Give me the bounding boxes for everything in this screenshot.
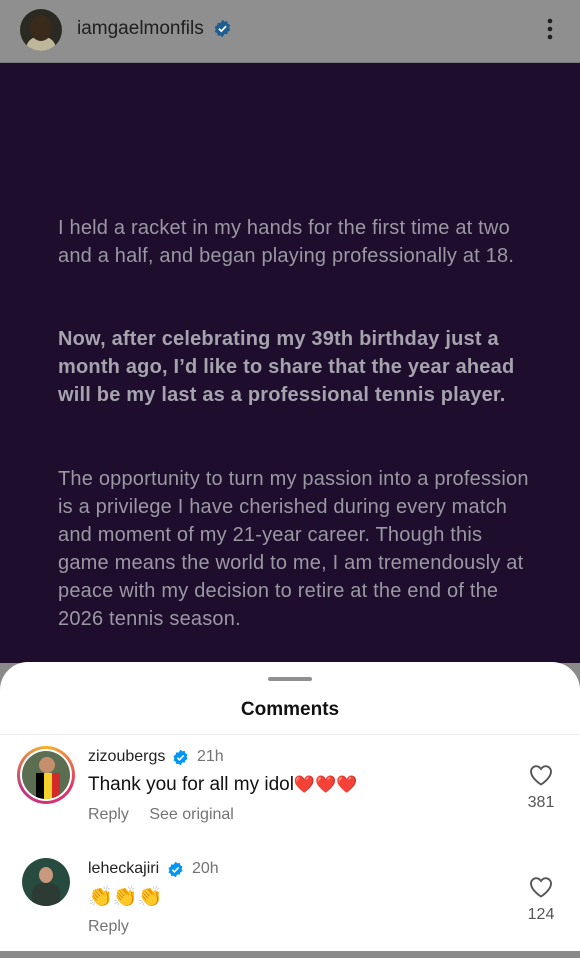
post-paragraph-1: I held a racket in my hands for the firs… xyxy=(58,217,515,267)
comment-username[interactable]: zizoubergs xyxy=(88,748,165,766)
like-count: 124 xyxy=(527,906,555,923)
avatar-head-shape xyxy=(39,757,55,773)
sheet-drag-handle[interactable] xyxy=(268,677,312,681)
verified-badge-icon xyxy=(214,19,231,38)
post-image: I held a racket in my hands for the firs… xyxy=(0,63,580,663)
commenter-avatar[interactable] xyxy=(17,746,75,804)
comment-actions: Reply See original xyxy=(88,806,250,824)
comment-item: zizoubergs 21h Thank you for all my idol… xyxy=(0,746,580,846)
avatar-head-shape xyxy=(39,867,53,883)
verified-badge-icon xyxy=(173,749,188,766)
commenter-avatar[interactable] xyxy=(22,858,70,906)
flag-stripe-red xyxy=(52,773,60,799)
avatar-face-shape xyxy=(30,15,52,41)
comment-text-body: Thank you for all my idol xyxy=(88,774,294,795)
divider xyxy=(0,734,580,735)
reply-button[interactable]: Reply xyxy=(88,806,129,823)
post-paragraph-2: Now, after celebrating my 39th birthday … xyxy=(58,328,515,406)
avatar-image xyxy=(22,751,70,799)
heart-icon[interactable] xyxy=(529,764,553,786)
reply-button[interactable]: Reply xyxy=(88,918,129,935)
clap-emojis: 👏👏👏 xyxy=(88,886,163,908)
comments-sheet: Comments zizoubergs 21h Thank you for al… xyxy=(0,662,580,951)
comment-time: 21h xyxy=(197,748,224,765)
heart-emojis: ❤️❤️❤️ xyxy=(293,775,358,794)
comment-username[interactable]: leheckajiri xyxy=(88,860,159,878)
see-original-button[interactable]: See original xyxy=(149,806,234,823)
more-vertical-icon[interactable] xyxy=(540,16,560,42)
comments-title: Comments xyxy=(240,699,340,720)
header-username[interactable]: iamgaelmonfils xyxy=(77,18,204,40)
avatar-body-shape xyxy=(32,883,60,906)
comment-time: 20h xyxy=(192,860,219,877)
post-paragraph-3: The opportunity to turn my passion into … xyxy=(58,468,529,630)
flag-stripe-yellow xyxy=(44,773,52,799)
verified-badge-icon xyxy=(168,861,183,878)
flag-stripe-black xyxy=(36,773,44,799)
post-header: iamgaelmonfils xyxy=(0,0,580,63)
heart-icon[interactable] xyxy=(529,876,553,898)
profile-avatar[interactable] xyxy=(20,9,62,51)
comment-text: Thank you for all my idol❤️❤️❤️ xyxy=(88,774,357,796)
comment-actions: Reply xyxy=(88,918,145,936)
like-count: 381 xyxy=(527,794,555,811)
comment-item: leheckajiri 20h 👏👏👏 Reply 124 xyxy=(0,858,580,958)
